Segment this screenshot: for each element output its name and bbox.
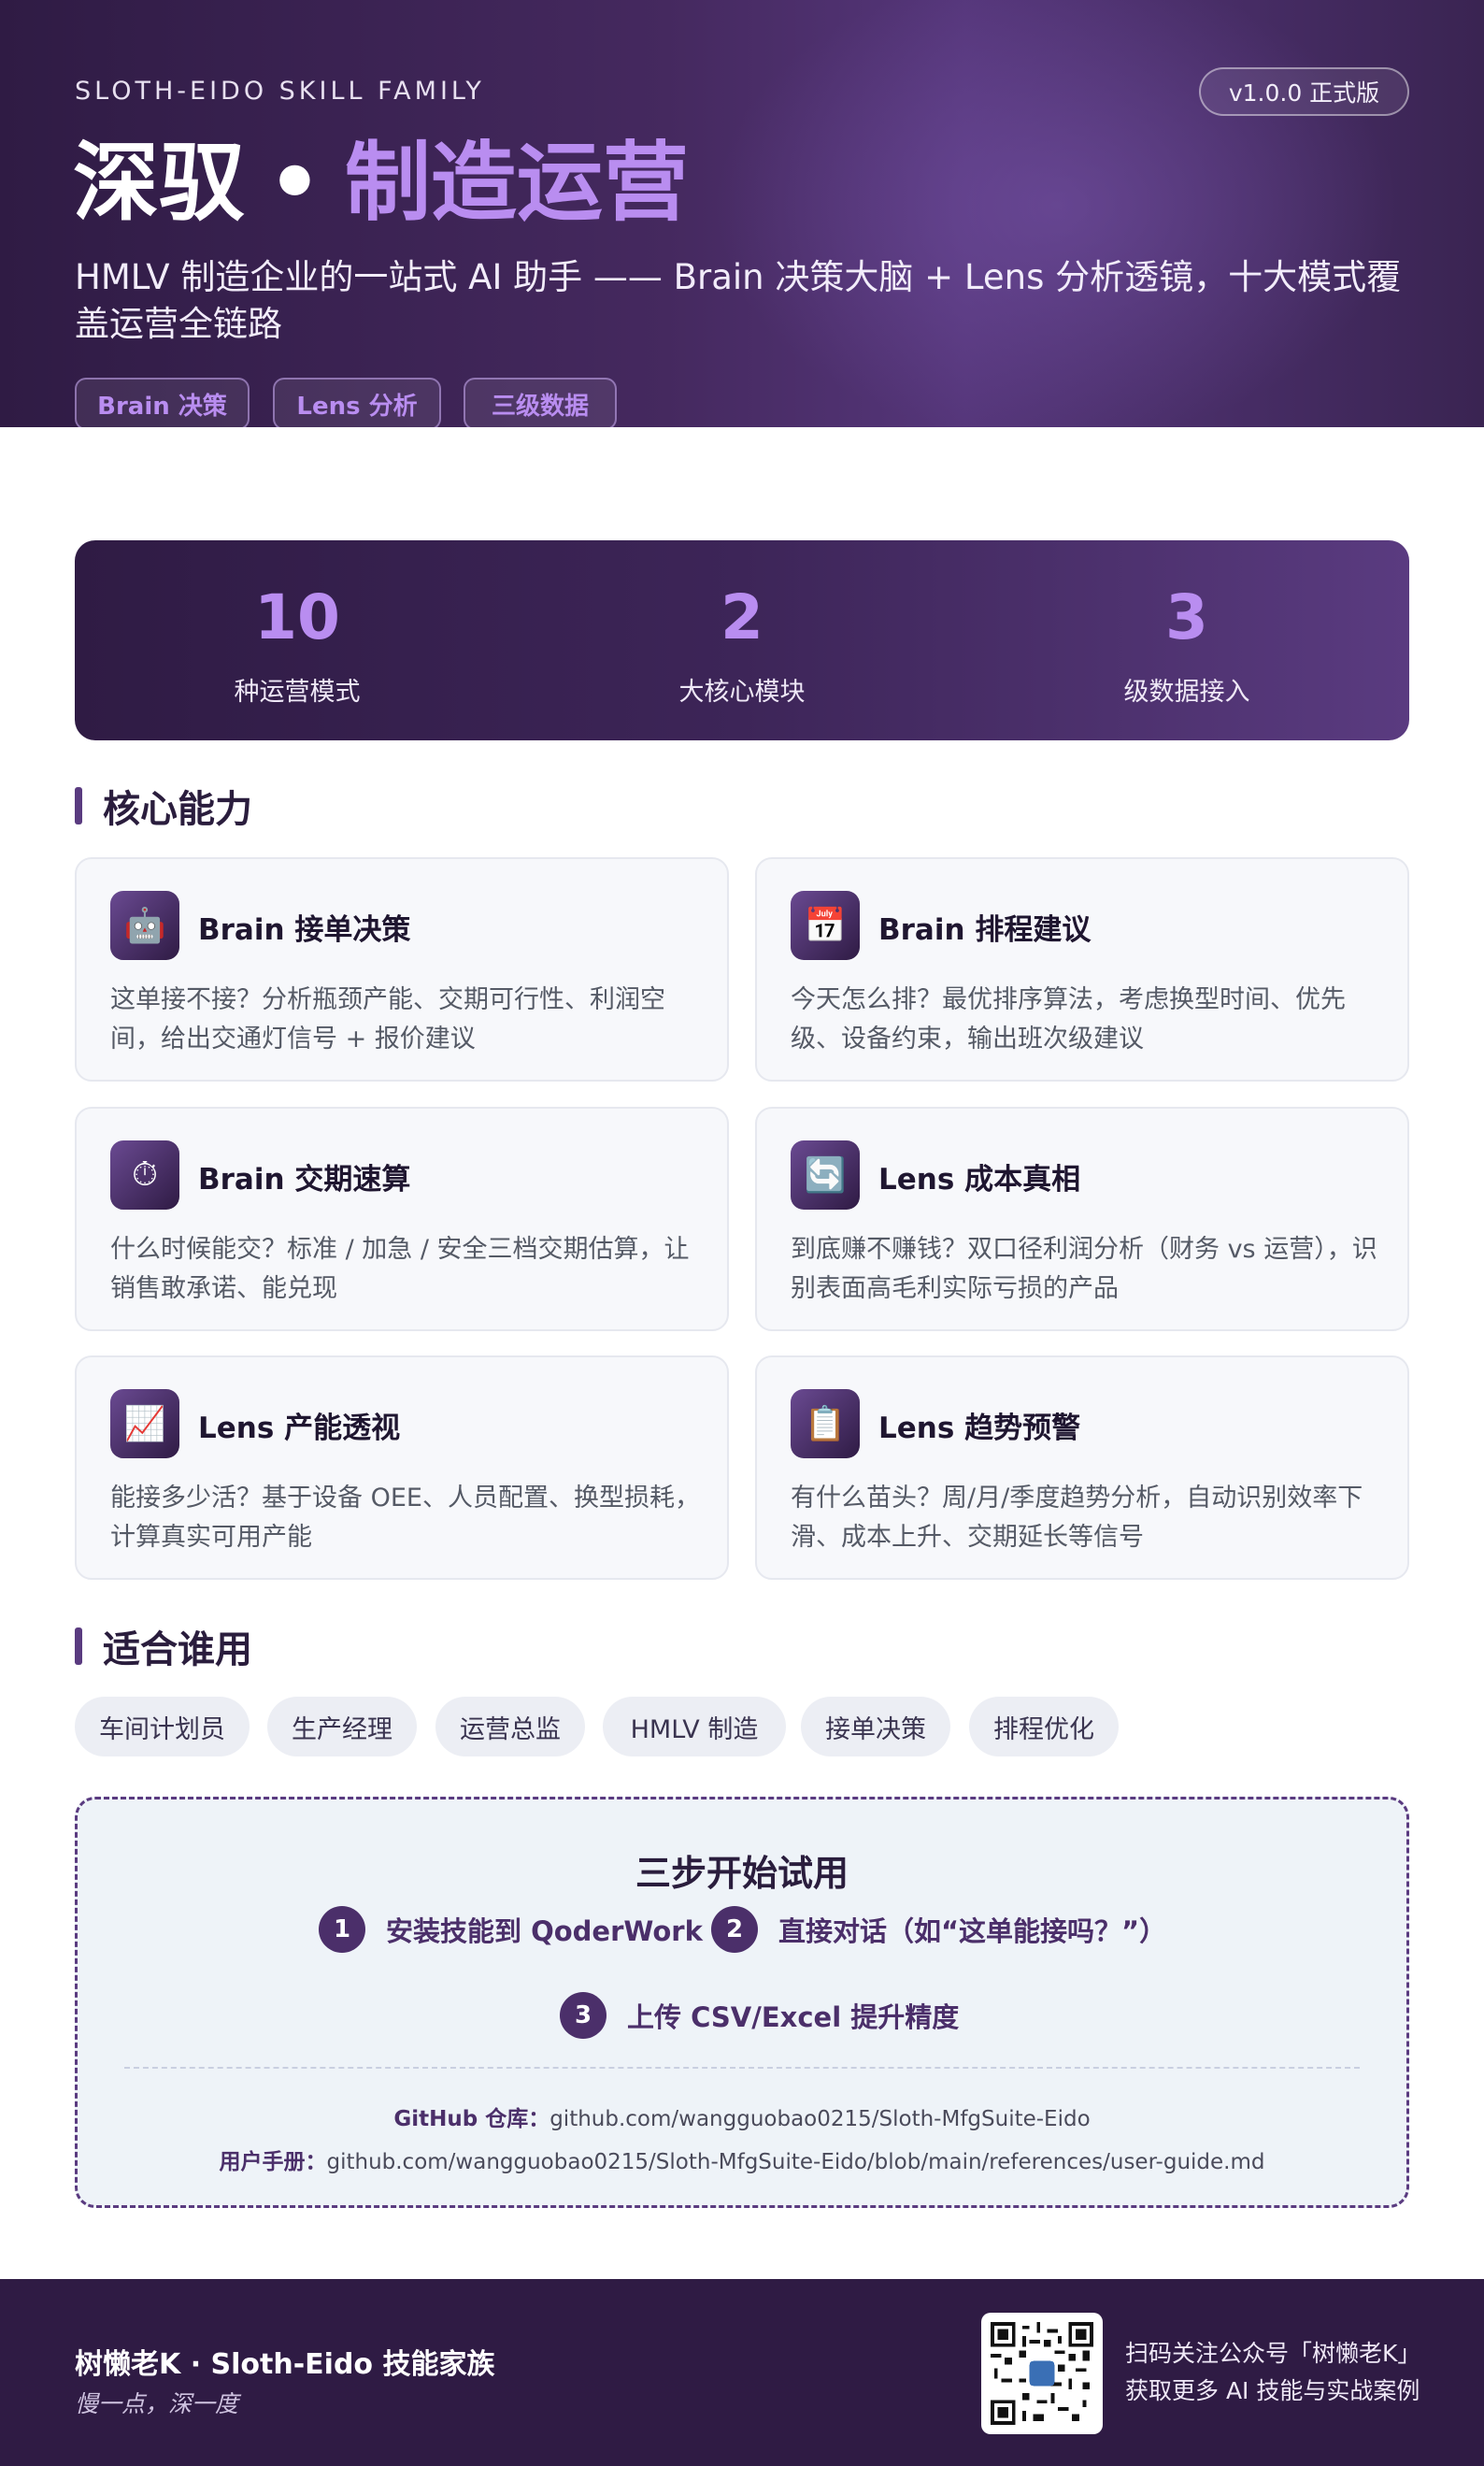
trial-title: 三步开始试用 — [635, 1853, 849, 1894]
capability-card: ⏱ Brain 交期速算 什么时候能交？标准 / 加急 / 安全三档交期估算，让… — [75, 1107, 729, 1331]
card-desc: 这单接不接？分析瓶颈产能、交期可行性、利润空间，给出交通灯信号 + 报价建议 — [110, 985, 665, 1054]
section-title: 核心能力 — [103, 788, 252, 831]
title-main: 深驭 — [73, 133, 246, 233]
stat-label: 级数据接入 — [1123, 678, 1250, 707]
card-desc: 什么时候能交？标准 / 加急 / 安全三档交期估算，让销售敢承诺、能兑现 — [110, 1235, 690, 1303]
section-heading-audience: 适合谁用 — [75, 1627, 252, 1671]
step-text: 上传 CSV/Excel 提升精度 — [627, 2001, 960, 2033]
section-bar — [75, 1627, 82, 1665]
stat-label: 种运营模式 — [234, 678, 361, 707]
step-text: 安装技能到 QoderWork — [386, 1915, 703, 1947]
trial-step: 1 安装技能到 QoderWork — [319, 1905, 703, 1954]
footer-qr-caption: 扫码关注公众号「树懒老K」 获取更多 AI 技能与实战案例 — [1125, 2335, 1424, 2410]
step-text: 直接对话（如“这单能接吗？”） — [778, 1915, 1167, 1947]
refresh-icon: 🔄 — [791, 1140, 860, 1210]
qr-caption-line-2: 获取更多 AI 技能与实战案例 — [1125, 2377, 1420, 2404]
clipboard-icon: 📋 — [791, 1389, 860, 1458]
capability-card: 🔄 Lens 成本真相 到底赚不赚钱？双口径利润分析（财务 vs 运营），识别表… — [755, 1107, 1409, 1331]
card-desc: 今天怎么排？最优排序算法，考虑换型时间、优先级、设备约束，输出班次级建议 — [791, 985, 1346, 1054]
stats-banner: 10 种运营模式 2 大核心模块 3 级数据接入 — [75, 540, 1409, 740]
footer-slogan: 慢一点，深一度 — [75, 2390, 239, 2417]
manual-link[interactable]: github.com/wangguobao0215/Sloth-MfgSuite… — [326, 2150, 1264, 2174]
title-dot: • — [267, 133, 322, 233]
card-title: Lens 产能透视 — [198, 1412, 401, 1445]
manual-label: 用户手册： — [219, 2150, 327, 2174]
tag-lens: Lens 分析 — [273, 378, 441, 427]
qr-code-icon — [981, 2313, 1103, 2434]
trial-box: 三步开始试用 1 安装技能到 QoderWork 2 直接对话（如“这单能接吗？… — [75, 1797, 1409, 2208]
capability-card: 📋 Lens 趋势预警 有什么苗头？周/月/季度趋势分析，自动识别效率下滑、成本… — [755, 1355, 1409, 1580]
section-heading-capabilities: 核心能力 — [75, 787, 252, 831]
card-title: Brain 交期速算 — [198, 1163, 411, 1197]
audience-chip: HMLV 制造 — [603, 1697, 786, 1756]
tag-brain: Brain 决策 — [75, 378, 250, 427]
capability-card: 📅 Brain 排程建议 今天怎么排？最优排序算法，考虑换型时间、优先级、设备约… — [755, 857, 1409, 1082]
stat-modules: 2 大核心模块 — [520, 540, 964, 740]
audience-chip: 排程优化 — [969, 1697, 1119, 1756]
card-title: Brain 排程建议 — [878, 913, 1092, 947]
card-title: Lens 成本真相 — [878, 1163, 1081, 1197]
section-title: 适合谁用 — [103, 1628, 252, 1671]
github-line: GitHub 仓库：github.com/wangguobao0215/Slot… — [78, 2100, 1406, 2132]
step-number: 3 — [560, 1992, 606, 2039]
family-label: SLOTH-EIDO SKILL FAMILY — [75, 77, 485, 106]
trial-step: 3 上传 CSV/Excel 提升精度 — [560, 1991, 959, 2040]
robot-icon: 🤖 — [110, 891, 179, 960]
footer-brand: 树懒老K · Sloth-Eido 技能家族 — [75, 2348, 495, 2381]
card-desc: 能接多少活？基于设备 OEE、人员配置、换型损耗，计算真实可用产能 — [110, 1484, 700, 1552]
github-link[interactable]: github.com/wangguobao0215/Sloth-MfgSuite… — [549, 2107, 1090, 2131]
manual-line: 用户手册：github.com/wangguobao0215/Sloth-Mfg… — [78, 2143, 1406, 2175]
card-desc: 有什么苗头？周/月/季度趋势分析，自动识别效率下滑、成本上升、交期延长等信号 — [791, 1484, 1363, 1552]
qr-code-graphic — [991, 2322, 1093, 2425]
card-title: Lens 趋势预警 — [878, 1412, 1081, 1445]
divider — [124, 2067, 1360, 2069]
footer: 树懒老K · Sloth-Eido 技能家族 慢一点，深一度 扫码关注公众号「树… — [0, 2279, 1484, 2466]
capability-card: 📈 Lens 产能透视 能接多少活？基于设备 OEE、人员配置、换型损耗，计算真… — [75, 1355, 729, 1580]
audience-chip: 车间计划员 — [75, 1697, 250, 1756]
tag-data: 三级数据 — [464, 378, 617, 427]
section-bar — [75, 787, 82, 824]
qr-caption-line-1: 扫码关注公众号「树懒老K」 — [1125, 2340, 1421, 2367]
audience-chip: 生产经理 — [267, 1697, 417, 1756]
step-number: 2 — [711, 1906, 758, 1953]
page-title: 深驭 • 制造运营 — [73, 140, 689, 226]
hero-header: SLOTH-EIDO SKILL FAMILY v1.0.0 正式版 深驭 • 制造… — [0, 0, 1484, 427]
step-number: 1 — [319, 1906, 365, 1953]
capability-card: 🤖 Brain 接单决策 这单接不接？分析瓶颈产能、交期可行性、利润空间，给出交… — [75, 857, 729, 1082]
calendar-icon: 📅 — [791, 891, 860, 960]
stat-modes: 10 种运营模式 — [75, 540, 520, 740]
stat-value: 10 — [254, 581, 340, 653]
title-accent: 制造运营 — [344, 133, 689, 233]
stat-value: 2 — [721, 581, 763, 653]
version-badge: v1.0.0 正式版 — [1199, 67, 1409, 116]
audience-chip: 接单决策 — [801, 1697, 950, 1756]
audience-chip: 运营总监 — [435, 1697, 585, 1756]
github-label: GitHub 仓库： — [393, 2107, 550, 2131]
page-subtitle: HMLV 制造企业的一站式 AI 助手 —— Brain 决策大脑 + Lens… — [75, 257, 1402, 344]
card-desc: 到底赚不赚钱？双口径利润分析（财务 vs 运营），识别表面高毛利实际亏损的产品 — [791, 1235, 1377, 1303]
stopwatch-icon: ⏱ — [110, 1140, 179, 1210]
stat-value: 3 — [1165, 581, 1208, 653]
card-title: Brain 接单决策 — [198, 913, 411, 947]
trial-step: 2 直接对话（如“这单能接吗？”） — [711, 1905, 1166, 1954]
chart-up-icon: 📈 — [110, 1389, 179, 1458]
stat-data-levels: 3 级数据接入 — [964, 540, 1409, 740]
stat-label: 大核心模块 — [678, 678, 806, 707]
